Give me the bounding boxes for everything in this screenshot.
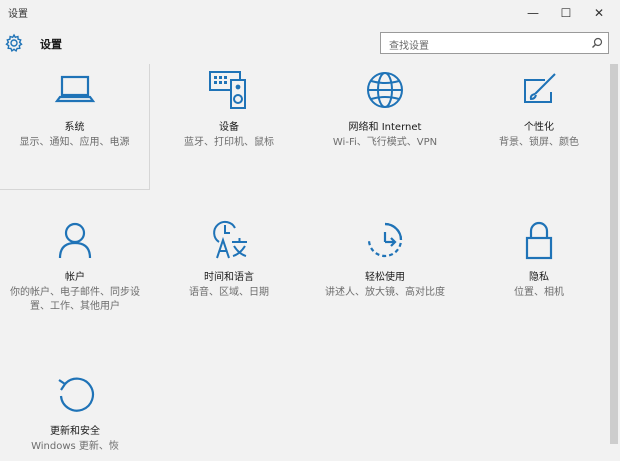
window-title: 设置 [8, 9, 28, 20]
minimize-button[interactable]: — [518, 0, 548, 26]
tile-update-security[interactable]: 更新和安全 Windows 更新、恢 [0, 372, 150, 454]
tile-accounts[interactable]: 帐户 你的帐户、电子邮件、同步设置、工作、其他用户 [0, 218, 150, 314]
tile-title: 更新和安全 [50, 426, 100, 437]
tile-privacy[interactable]: 隐私 位置、相机 [464, 218, 614, 300]
tile-system[interactable]: 系统 显示、通知、应用、电源 [0, 64, 150, 190]
tile-devices[interactable]: 设备 蓝牙、打印机、鼠标 [154, 64, 304, 150]
tile-description: 你的帐户、电子邮件、同步设置、工作、其他用户 [10, 287, 140, 312]
search-input[interactable]: 查找设置 [380, 32, 609, 54]
tile-title: 帐户 [65, 272, 85, 283]
tile-title: 网络和 Internet [348, 122, 422, 133]
tile-description: Windows 更新、恢 [31, 441, 119, 452]
settings-header: 设置 查找设置 [0, 28, 620, 62]
title-bar: 设置 — ☐ ✕ [0, 0, 620, 26]
laptop-icon [54, 75, 95, 103]
tile-personalization[interactable]: 个性化 背景、锁屏、颜色 [464, 64, 614, 150]
tile-description: 位置、相机 [514, 287, 564, 298]
tile-title: 个性化 [524, 122, 554, 133]
search-icon[interactable] [591, 37, 603, 49]
page-title: 设置 [40, 38, 62, 51]
update-icon [58, 377, 95, 412]
tile-title: 隐私 [529, 272, 549, 283]
ease-of-access-icon [367, 222, 403, 258]
maximize-button[interactable]: ☐ [551, 0, 581, 26]
tile-description: 背景、锁屏、颜色 [499, 137, 579, 148]
tile-title: 设备 [219, 122, 239, 133]
tile-description: 显示、通知、应用、电源 [19, 137, 130, 148]
tile-title: 轻松使用 [365, 272, 405, 283]
tile-description: 语音、区域、日期 [189, 287, 269, 298]
tile-network[interactable]: 网络和 Internet Wi-Fi、飞行模式、VPN [310, 64, 460, 150]
close-button[interactable]: ✕ [584, 0, 614, 26]
lock-icon [525, 221, 553, 260]
time-language-icon [213, 220, 247, 259]
search-placeholder: 查找设置 [389, 41, 429, 52]
tile-description: 蓝牙、打印机、鼠标 [184, 137, 274, 148]
gear-icon[interactable] [4, 33, 24, 53]
tile-description: Wi-Fi、飞行模式、VPN [332, 137, 438, 148]
devices-icon [209, 71, 246, 109]
tile-title: 系统 [64, 122, 85, 133]
globe-icon [367, 72, 403, 108]
tile-time-language[interactable]: 时间和语言 语音、区域、日期 [154, 218, 304, 300]
tile-description: 讲述人、放大镜、高对比度 [325, 287, 445, 298]
personalization-icon [524, 73, 556, 103]
tile-title: 时间和语言 [204, 272, 254, 283]
tile-ease-of-access[interactable]: 轻松使用 讲述人、放大镜、高对比度 [310, 218, 460, 300]
account-icon [58, 222, 92, 259]
